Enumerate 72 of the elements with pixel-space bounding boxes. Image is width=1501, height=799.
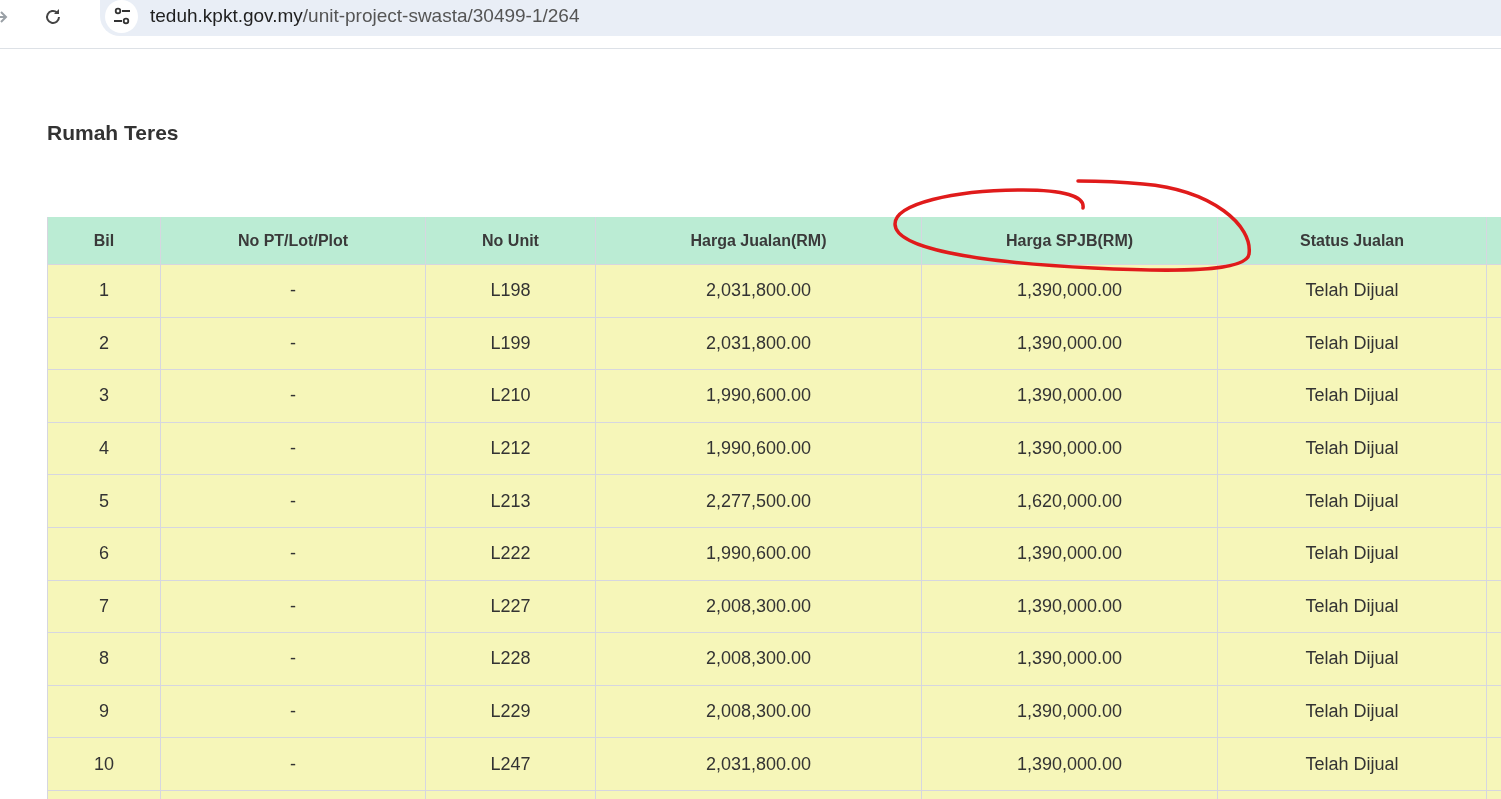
table-cell: 9 xyxy=(47,685,160,738)
table-cell: L247 xyxy=(425,738,595,790)
table-cell: 7 xyxy=(47,580,160,633)
table-cell: 3 xyxy=(47,370,160,422)
table-cell: 1,990,600.00 xyxy=(595,527,921,580)
column-header: Harga Jualan(RM) xyxy=(595,217,921,264)
table-cell: 6 xyxy=(47,527,160,580)
table-cell: 4 xyxy=(47,422,160,475)
column-header: No PT/Lot/Plot xyxy=(160,217,425,264)
table-cell: 2,008,300.00 xyxy=(595,685,921,738)
table-cell: - xyxy=(160,265,425,317)
table-cell: 1,390,000.00 xyxy=(921,370,1217,422)
table-cell: Telah Dijual xyxy=(1217,685,1486,738)
site-settings-icon[interactable] xyxy=(105,0,138,33)
table-cell: L227 xyxy=(425,580,595,633)
forward-arrow-icon[interactable] xyxy=(0,9,8,25)
table-cell: - xyxy=(160,633,425,685)
table-cell: 1,390,000.00 xyxy=(921,527,1217,580)
table-cell: 2,031,800.00 xyxy=(595,738,921,790)
table-cell: 1,620,000.00 xyxy=(921,475,1217,527)
table-cell: Telah Dijual xyxy=(1217,370,1486,422)
table-cell: 1,390,000.00 xyxy=(921,422,1217,475)
table-cell: 2,008,300.00 xyxy=(595,633,921,685)
table-cell: 1,390,000.00 xyxy=(921,633,1217,685)
table-cell: - xyxy=(160,685,425,738)
table-cell: L199 xyxy=(425,317,595,370)
table-cell: 1,390,000.00 xyxy=(921,685,1217,738)
reload-icon[interactable] xyxy=(43,7,63,27)
column-header: No Unit xyxy=(425,217,595,264)
table-cell: L210 xyxy=(425,370,595,422)
url-text[interactable]: teduh.kpkt.gov.my/unit-project-swasta/30499-1/264 xyxy=(150,5,580,27)
table-cell: Telah Dijual xyxy=(1217,475,1486,527)
table-cell: L229 xyxy=(425,685,595,738)
table-cell: Telah Dijual xyxy=(1217,633,1486,685)
section-title: Rumah Teres xyxy=(47,121,180,145)
table-cell: L212 xyxy=(425,422,595,475)
table-cell: - xyxy=(160,580,425,633)
table-cell: L213 xyxy=(425,475,595,527)
table-cell: - xyxy=(160,370,425,422)
table-cell: - xyxy=(160,527,425,580)
table-cell: 1,390,000.00 xyxy=(921,317,1217,370)
address-bar[interactable]: teduh.kpkt.gov.my/unit-project-swasta/30499-1/264 xyxy=(100,0,1501,36)
table-cell: 1 xyxy=(47,265,160,317)
table-cell: Telah Dijual xyxy=(1217,580,1486,633)
column-header: Status Jualan xyxy=(1217,217,1486,264)
table-cell: 1,390,000.00 xyxy=(921,265,1217,317)
table-cell: Telah Dijual xyxy=(1217,738,1486,790)
table-cell: Telah Dijual xyxy=(1217,422,1486,475)
table-cell: L222 xyxy=(425,527,595,580)
table-cell: 1,990,600.00 xyxy=(595,422,921,475)
table-cell: Telah Dijual xyxy=(1217,527,1486,580)
table-cell: 10 xyxy=(47,738,160,790)
table-cell: - xyxy=(160,317,425,370)
table-cell: L198 xyxy=(425,265,595,317)
table-cell: - xyxy=(160,738,425,790)
table-cell: 2,031,800.00 xyxy=(595,265,921,317)
table-cell: Telah Dijual xyxy=(1217,317,1486,370)
table-cell: Telah Dijual xyxy=(1217,265,1486,317)
table-cell: - xyxy=(160,475,425,527)
table-cell: 2,277,500.00 xyxy=(595,475,921,527)
table-cell: 2,031,800.00 xyxy=(595,317,921,370)
table-cell: 1,390,000.00 xyxy=(921,738,1217,790)
table-cell: 8 xyxy=(47,633,160,685)
table-cell: 1,990,600.00 xyxy=(595,370,921,422)
table-cell: 5 xyxy=(47,475,160,527)
table-cell: 1,390,000.00 xyxy=(921,580,1217,633)
table-cell: 2 xyxy=(47,317,160,370)
column-header: Bil xyxy=(47,217,160,264)
column-header: Harga SPJB(RM) xyxy=(921,217,1217,264)
table-cell: - xyxy=(160,422,425,475)
table-cell: 2,008,300.00 xyxy=(595,580,921,633)
table-cell: L228 xyxy=(425,633,595,685)
